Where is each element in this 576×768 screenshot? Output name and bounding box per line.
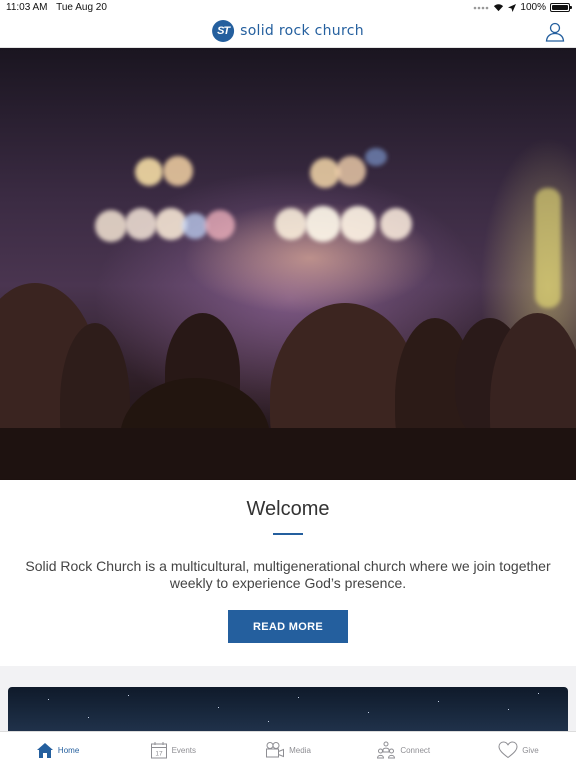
tab-events-label: Events (171, 745, 197, 755)
tab-connect[interactable]: Connect (346, 732, 461, 768)
status-bar: 11:03 AM Tue Aug 20 100% (0, 0, 576, 16)
hero-image (0, 48, 576, 480)
calendar-day: 17 (155, 751, 163, 758)
signal-dots-icon (474, 6, 489, 9)
brand-name: solid rock church (240, 23, 364, 39)
read-more-button[interactable]: READ MORE (228, 610, 348, 643)
app-header: ST solid rock church (0, 16, 576, 48)
home-icon (36, 742, 53, 758)
tab-give-label: Give (522, 745, 539, 755)
people-icon (377, 741, 396, 758)
welcome-section: Welcome Solid Rock Church is a multicult… (0, 480, 576, 666)
status-date: Tue Aug 20 (56, 2, 107, 13)
tab-give[interactable]: Give (461, 732, 576, 768)
status-time: 11:03 AM (6, 2, 48, 13)
featured-card[interactable] (8, 687, 568, 737)
tab-events[interactable]: 17 Events (115, 732, 230, 768)
title-divider (273, 533, 303, 535)
calendar-icon: 17 (150, 742, 167, 759)
tab-connect-label: Connect (400, 745, 431, 755)
tab-media[interactable]: Media (230, 732, 345, 768)
tab-media-label: Media (289, 745, 311, 755)
video-camera-icon (266, 742, 285, 758)
user-icon (545, 22, 565, 42)
heart-icon (498, 741, 518, 759)
brand-logo[interactable]: ST solid rock church (212, 20, 364, 42)
battery-percent: 100% (520, 2, 546, 13)
battery-icon (550, 3, 572, 12)
wifi-icon (494, 4, 504, 12)
welcome-title: Welcome (246, 498, 330, 520)
tab-bar: Home 17 Events Media Connect Give (0, 731, 576, 768)
welcome-text: Solid Rock Church is a multicultural, mu… (25, 558, 551, 591)
profile-button[interactable] (544, 21, 566, 43)
logo-mark-icon: ST (212, 20, 235, 42)
tab-home-label: Home (57, 745, 80, 755)
tab-home[interactable]: Home (0, 732, 115, 768)
location-arrow-icon (508, 3, 517, 12)
